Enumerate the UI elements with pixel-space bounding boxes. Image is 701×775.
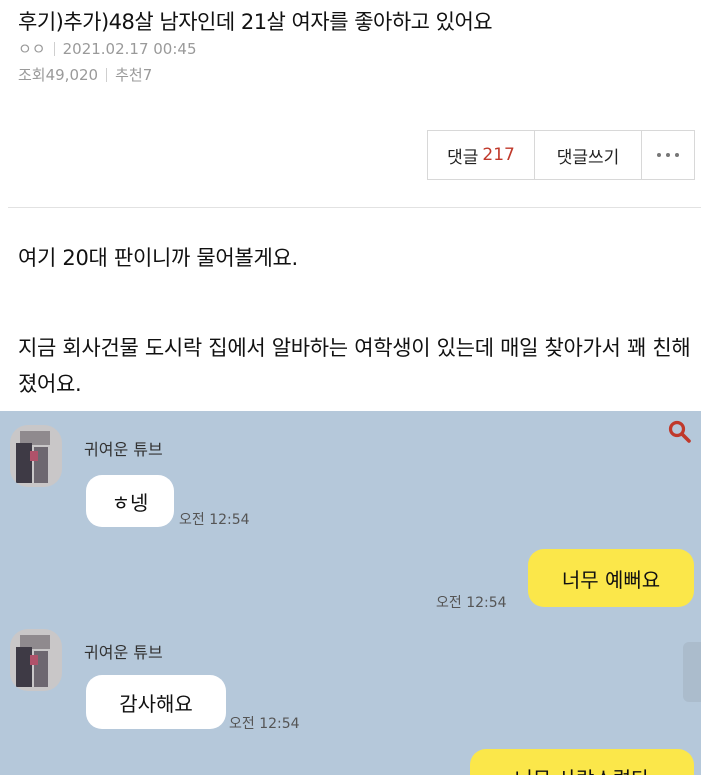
recommend-count: 추천7 xyxy=(115,66,153,84)
more-options-button[interactable] xyxy=(642,131,694,179)
sender-name: 귀여운 튜브 xyxy=(84,440,163,459)
view-count: 조회49,020 xyxy=(18,66,99,84)
avatar[interactable] xyxy=(10,629,62,691)
comment-count: 217 xyxy=(482,145,515,165)
comments-button[interactable]: 댓글 217 xyxy=(428,131,535,179)
write-comment-button[interactable]: 댓글쓰기 xyxy=(535,131,642,179)
post-title: 후기)추가)48살 남자인데 21살 여자를 좋아하고 있어요 xyxy=(18,10,493,34)
chat-bubble-sent: 너무 예뻐요 xyxy=(528,549,694,607)
header-divider xyxy=(8,207,701,208)
meta-divider xyxy=(106,68,108,82)
post-header: 후기)추가)48살 남자인데 21살 여자를 좋아하고 있어요 ㅇㅇ 2021.0… xyxy=(0,0,701,207)
post-action-buttons: 댓글 217 댓글쓰기 xyxy=(427,130,695,180)
chat-screenshot: 귀여운 튜브 ㅎ넹 오전 12:54 너무 예뻐요 오전 12:54 귀여운 튜… xyxy=(0,411,701,775)
search-icon[interactable] xyxy=(667,419,693,445)
chat-bubble-sent: 너무 사랑스럽다 xyxy=(470,749,694,775)
chat-bubble-received: 감사해요 xyxy=(86,675,226,729)
chat-bubble-received: ㅎ넹 xyxy=(86,475,174,527)
meta-divider xyxy=(53,42,55,56)
post-meta-author-date: ㅇㅇ 2021.02.17 00:45 xyxy=(18,38,197,59)
message-time: 오전 12:54 xyxy=(436,595,507,611)
post-meta-stats: 조회49,020 추천7 xyxy=(18,64,152,85)
post-body-paragraph: 여기 20대 판이니까 물어볼게요. xyxy=(18,246,298,270)
author-name[interactable]: ㅇㅇ xyxy=(18,40,46,58)
message-time: 오전 12:54 xyxy=(229,716,300,732)
avatar[interactable] xyxy=(10,425,62,487)
scroll-handle[interactable] xyxy=(683,642,701,702)
more-dots-icon xyxy=(657,153,679,157)
message-time: 오전 12:54 xyxy=(179,512,250,528)
post-body-paragraph: 지금 회사건물 도시락 집에서 알바하는 여학생이 있는데 매일 찾아가서 꽤 … xyxy=(18,336,691,396)
post-date: 2021.02.17 00:45 xyxy=(62,40,197,58)
sender-name: 귀여운 튜브 xyxy=(84,643,163,662)
comments-label: 댓글 xyxy=(447,147,479,168)
write-comment-label: 댓글쓰기 xyxy=(556,147,620,168)
